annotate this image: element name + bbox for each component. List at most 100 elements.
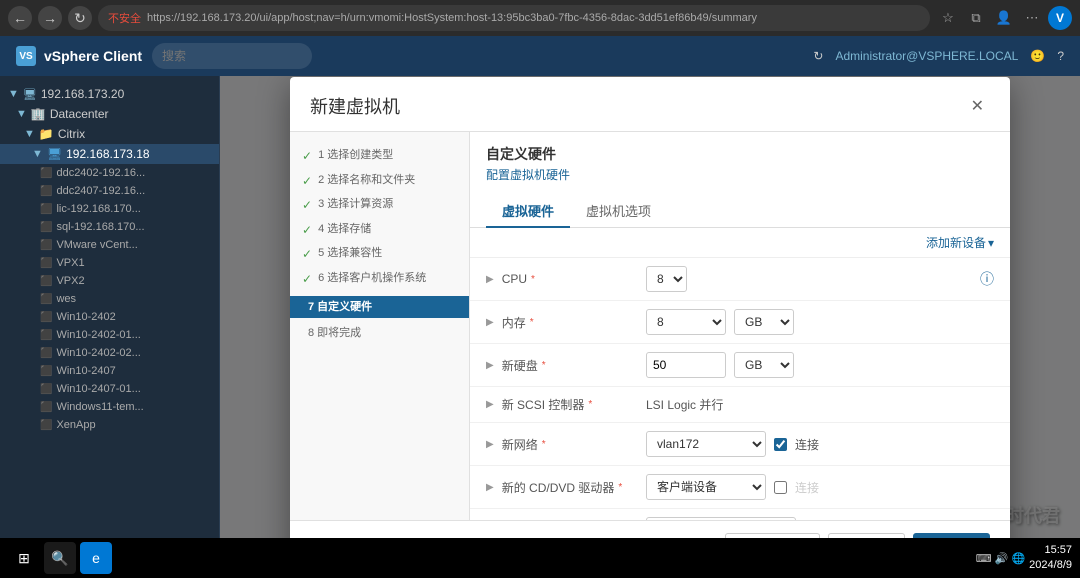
add-device-button[interactable]: 添加新设备 ▾ [926,234,994,251]
forward-button[interactable]: → [38,6,62,30]
cdrom-expand-icon[interactable]: ▶ [486,482,494,493]
refresh-icon[interactable]: ↻ [813,49,823,63]
step-4-label: 4 选择存储 [318,222,371,236]
sidebar-item-win10-2402-01[interactable]: ⬛ Win10-2402-01... [0,326,219,344]
more-button[interactable]: ⋯ [1020,6,1044,30]
refresh-button[interactable]: ↻ [68,6,92,30]
memory-label: ▶ 内存 * [486,314,646,331]
cdrom-label: ▶ 新的 CD/DVD 驱动器 * [486,479,646,496]
browser-bar: ← → ↻ 不安全 https://192.168.173.20/ui/app/… [0,0,1080,36]
sidebar-item-vcenter[interactable]: ⬛ VMware vCent... [0,236,219,254]
vm-icon-1: ⬛ [40,168,52,179]
sidebar-item-active-host[interactable]: ▼ 🖥 192.168.173.18 [0,144,219,164]
tab-virtual-hardware[interactable]: 虚拟硬件 [486,195,570,228]
back-button[interactable]: ← [8,6,32,30]
cpu-expand-icon[interactable]: ▶ [486,274,494,285]
cpu-label: ▶ CPU * [486,272,646,286]
modal-close-button[interactable]: ✕ [965,94,990,118]
memory-expand-icon[interactable]: ▶ [486,317,494,328]
sidebar-item-win10-2407-01[interactable]: ⬛ Win10-2407-01... [0,380,219,398]
network-expand-icon[interactable]: ▶ [486,439,494,450]
sidebar-item-vpx2[interactable]: ⬛ VPX2 [0,272,219,290]
tabs-button[interactable]: ⧉ [964,6,988,30]
modal-body: ✓ 1 选择创建类型 ✓ 2 选择名称和文件夹 ✓ 3 选择计算资源 ✓ [290,132,1010,520]
step-8[interactable]: 8 即将完成 [302,326,457,340]
memory-unit-select[interactable]: GB MB [734,309,794,335]
network-required-marker: * [542,439,546,450]
network-select[interactable]: vlan172 [646,431,766,457]
vm-icon-11: ⬛ [40,348,52,359]
step-6-label: 6 选择客户机操作系统 [318,271,426,285]
sidebar-item-host[interactable]: ▼ 🖥 192.168.173.20 [0,84,219,104]
sidebar-item-win10-2402-02[interactable]: ⬛ Win10-2402-02... [0,344,219,362]
step-8-label: 8 即将完成 [308,326,361,340]
memory-value-select[interactable]: 8 [646,309,726,335]
step-1: ✓ 1 选择创建类型 [302,148,457,165]
help-icon[interactable]: ? [1057,49,1064,63]
taskbar-date-text: 2024/8/9 [1029,558,1072,573]
network-controls: vlan172 连接 [646,431,994,457]
network-connect-label: 连接 [795,436,819,453]
cpu-label-text: CPU [502,272,527,286]
vm-icon-15: ⬛ [40,420,52,431]
start-button[interactable]: ⊞ [8,542,40,574]
sidebar-item-ddc2407[interactable]: ⬛ ddc2407-192.16... [0,182,219,200]
bookmark-button[interactable]: ☆ [936,6,960,30]
sidebar-item-win10-2407[interactable]: ⬛ Win10-2407 [0,362,219,380]
sidebar-item-sql[interactable]: ⬛ sql-192.168.170... [0,218,219,236]
disk-size-input[interactable] [646,352,726,378]
address-bar[interactable]: 不安全 https://192.168.173.20/ui/app/host;n… [98,5,930,31]
cdrom-select[interactable]: 客户端设备 [646,474,766,500]
datacenter-icon: 🏢 [31,107,46,121]
add-device-label: 添加新设备 [926,234,986,251]
systray: ⌨ 🔊 🌐 [976,552,1025,565]
vm-icon-13: ⬛ [40,384,52,395]
hw-row-disk: ▶ 新硬盘 * GB MB [470,344,1010,387]
user-label[interactable]: Administrator@VSPHERE.LOCAL [835,49,1018,63]
collapse-icon: ▼ [8,88,19,100]
vm-label-15: XenApp [56,419,95,431]
step-7[interactable]: 7 自定义硬件 [290,296,469,318]
network-connect-checkbox[interactable] [774,438,787,451]
add-device-chevron-icon: ▾ [988,236,994,250]
sidebar-item-lic[interactable]: ⬛ lic-192.168.170... [0,200,219,218]
sidebar-item-ddc2402[interactable]: ⬛ ddc2402-192.16... [0,164,219,182]
modal-title: 新建虚拟机 [310,93,400,119]
sidebar-item-wes[interactable]: ⬛ wes [0,290,219,308]
step-4: ✓ 4 选择存储 [302,222,457,239]
scsi-label: ▶ 新 SCSI 控制器 * [486,396,646,413]
cdrom-connect-label: 连接 [795,479,819,496]
sidebar-item-vpx1[interactable]: ⬛ VPX1 [0,254,219,272]
hw-row-scsi: ▶ 新 SCSI 控制器 * LSI Logic 并行 [470,387,1010,423]
taskbar-search-button[interactable]: 🔍 [44,542,76,574]
cpu-info-icon[interactable]: ⓘ [980,269,994,289]
step-3-label: 3 选择计算资源 [318,197,393,211]
sidebar-item-datacenter[interactable]: ▼ 🏢 Datacenter [0,104,219,124]
vm-label-7: VPX2 [56,275,84,287]
step-6: ✓ 6 选择客户机操作系统 [302,271,457,288]
disk-unit-select[interactable]: GB MB [734,352,794,378]
app-search-input[interactable] [152,43,312,69]
cdrom-connect-checkbox[interactable] [774,481,787,494]
vm-icon-7: ⬛ [40,276,52,287]
disk-expand-icon[interactable]: ▶ [486,360,494,371]
sidebar-tree: ▼ 🖥 192.168.173.20 ▼ 🏢 Datacenter ▼ 📁 Ci… [0,76,219,442]
sidebar-item-win10-2402[interactable]: ⬛ Win10-2402 [0,308,219,326]
sidebar-item-windows11[interactable]: ⬛ Windows11-tem... [0,398,219,416]
cpu-controls: 8 ⓘ [646,266,994,292]
sidebar-item-citrix[interactable]: ▼ 📁 Citrix [0,124,219,144]
step-1-label: 1 选择创建类型 [318,148,393,162]
step-5-label: 5 选择兼容性 [318,246,382,260]
browser-profile-icon[interactable]: V [1048,6,1072,30]
vm-label-3: lic-192.168.170... [56,203,140,215]
profile-button[interactable]: 👤 [992,6,1016,30]
taskbar-edge-button[interactable]: e [80,542,112,574]
cpu-select[interactable]: 8 [646,266,687,292]
tab-vm-options[interactable]: 虚拟机选项 [570,195,667,228]
vm-icon-12: ⬛ [40,366,52,377]
scsi-expand-icon[interactable]: ▶ [486,399,494,410]
vm-icon-14: ⬛ [40,402,52,413]
main-panel: 自定义硬件 配置虚拟机硬件 虚拟硬件 虚拟机选项 [470,132,1010,520]
step-5: ✓ 5 选择兼容性 [302,246,457,263]
sidebar-item-xenapp[interactable]: ⬛ XenApp [0,416,219,434]
